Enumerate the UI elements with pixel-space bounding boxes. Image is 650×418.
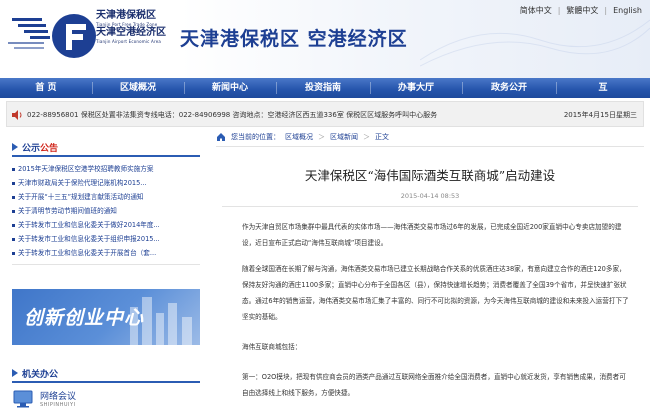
language-switcher: 简体中文 | 繁體中文 | English — [520, 5, 642, 16]
logo-name-airport-en: Tianjin Airport Economic Area — [96, 39, 162, 44]
office-box: 机关办公 网络会议 SHIPINHUIYI — [12, 365, 200, 408]
computer-icon — [13, 390, 33, 407]
nav-service-hall[interactable]: 办事大厅 — [370, 78, 462, 98]
notice-box-header: 公示公告 — [12, 139, 200, 157]
lang-separator: | — [557, 6, 561, 15]
lang-simplified-link[interactable]: 简体中文 — [520, 5, 552, 16]
notice-item[interactable]: 天津市财政局关于保险代理记账机构2015... — [12, 176, 200, 190]
breadcrumb-news[interactable]: 区域新闻 — [330, 132, 358, 142]
square-bullet-icon — [12, 209, 15, 213]
breadcrumb-overview[interactable]: 区域概况 — [285, 132, 313, 142]
notice-list: 2015年天津保税区空港学校招聘教师实施方案 天津市财政局关于保险代理记账机构2… — [12, 162, 200, 260]
article-panel: 您当前的位置： 区域概况 ＞ 区域新闻 ＞ 正文 天津保税区“海伟国际酒类互联商… — [216, 127, 644, 418]
logo-name-ftz: 天津港保税区 — [96, 10, 156, 21]
lang-traditional-link[interactable]: 繁體中文 — [566, 5, 598, 16]
main-nav: 首 页 区域概况 新闻中心 投资指南 办事大厅 政务公开 互 — [0, 78, 650, 98]
article-paragraph: 第一：O2O模块，把现有供应商会员的酒类产品通过互联网络全面推介给全国消费者，直… — [242, 373, 626, 397]
site-header: 天津港保税区 Tianjin Port Free Trade Zone 天津空港… — [0, 0, 650, 78]
divider — [12, 264, 200, 265]
notice-item[interactable]: 关于转发市工业和信息化委关于做好2014年度... — [12, 218, 200, 232]
office-box-header: 机关办公 — [12, 365, 200, 383]
nav-government[interactable]: 政务公开 — [462, 78, 556, 98]
notice-item[interactable]: 2015年天津保税区空港学校招聘教师实施方案 — [12, 162, 200, 176]
article-paragraph: 作为天津自贸区市场集群中最具代表的实体市场——海伟酒类交易市场过6年的发展，已完… — [242, 223, 622, 247]
notice-title: 公示 — [22, 143, 41, 154]
breadcrumb-current[interactable]: 正文 — [375, 132, 389, 142]
square-bullet-icon — [12, 167, 15, 171]
announcement-bar: 022-88956801 保税区处置非法集资专线电话：022-84906998 … — [6, 101, 644, 127]
notice-item[interactable]: 关于清明节劳动节期间值班的通知 — [12, 204, 200, 218]
current-date: 2015年4月15日星期三 — [563, 111, 637, 119]
logo-text: 天津港保税区 Tianjin Port Free Trade Zone 天津空港… — [96, 10, 186, 44]
article-date: 2015-04-14 08:53 — [400, 192, 460, 200]
header-decoration — [420, 19, 650, 67]
triangle-bullet-icon — [12, 143, 18, 151]
notice-item[interactable]: 关于转发市工业和信息化委关于开展首台（套... — [12, 246, 200, 260]
nav-investment[interactable]: 投资指南 — [276, 78, 370, 98]
article-paragraph: 海伟互联商城包括： — [242, 343, 302, 351]
notice-item[interactable]: 关于转发市工业和信息化委关于组织申报2015... — [12, 232, 200, 246]
office-title: 机关办公 — [22, 369, 59, 380]
breadcrumb-label: 您当前的位置： — [231, 132, 280, 141]
home-icon — [217, 132, 225, 141]
breadcrumb-separator: ＞ — [318, 132, 325, 141]
office-sub-label: SHIPINHUIYI — [40, 402, 76, 408]
lang-english-link[interactable]: English — [613, 6, 642, 15]
innovation-center-banner[interactable]: 创新创业中心 — [12, 289, 200, 345]
announcement-text: 022-88956801 保税区处置非法集资专线电话：022-84906998 … — [27, 111, 438, 119]
office-label: 网络会议 — [40, 392, 77, 402]
nav-overview[interactable]: 区域概况 — [92, 78, 184, 98]
left-sidebar: 公示公告 2015年天津保税区空港学校招聘教师实施方案 天津市财政局关于保险代理… — [12, 139, 200, 408]
breadcrumb-separator: ＞ — [363, 132, 370, 141]
lang-separator: | — [604, 6, 608, 15]
square-bullet-icon — [12, 181, 15, 185]
site-title: 天津港保税区 空港经济区 — [180, 28, 408, 50]
breadcrumb: 您当前的位置： 区域概况 ＞ 区域新闻 ＞ 正文 — [216, 127, 644, 147]
notice-title-accent: 公告 — [40, 143, 59, 154]
square-bullet-icon — [12, 237, 15, 241]
nav-interaction[interactable]: 互 — [556, 78, 650, 98]
logo-name-airport: 天津空港经济区 — [96, 27, 166, 38]
nav-home[interactable]: 首 页 — [0, 78, 92, 98]
square-bullet-icon — [12, 223, 15, 227]
square-bullet-icon — [12, 195, 15, 199]
square-bullet-icon — [12, 251, 15, 255]
divider — [222, 206, 638, 207]
banner-text: 创新创业中心 — [24, 307, 145, 329]
nav-news[interactable]: 新闻中心 — [184, 78, 276, 98]
speaker-icon — [12, 110, 22, 120]
notice-item[interactable]: 关于开展“十三五”规划建言献策活动的通知 — [12, 190, 200, 204]
video-conference-link[interactable]: 网络会议 SHIPINHUIYI — [12, 389, 200, 408]
triangle-bullet-icon — [12, 369, 18, 377]
article-paragraph: 随着全球国酒在长期了解与沟通，海伟酒类交易市场已建立长期战略合作关系的优质酒庄达… — [242, 265, 629, 321]
article-title: 天津保税区“海伟国际酒类互联商城”启动建设 — [304, 168, 556, 183]
